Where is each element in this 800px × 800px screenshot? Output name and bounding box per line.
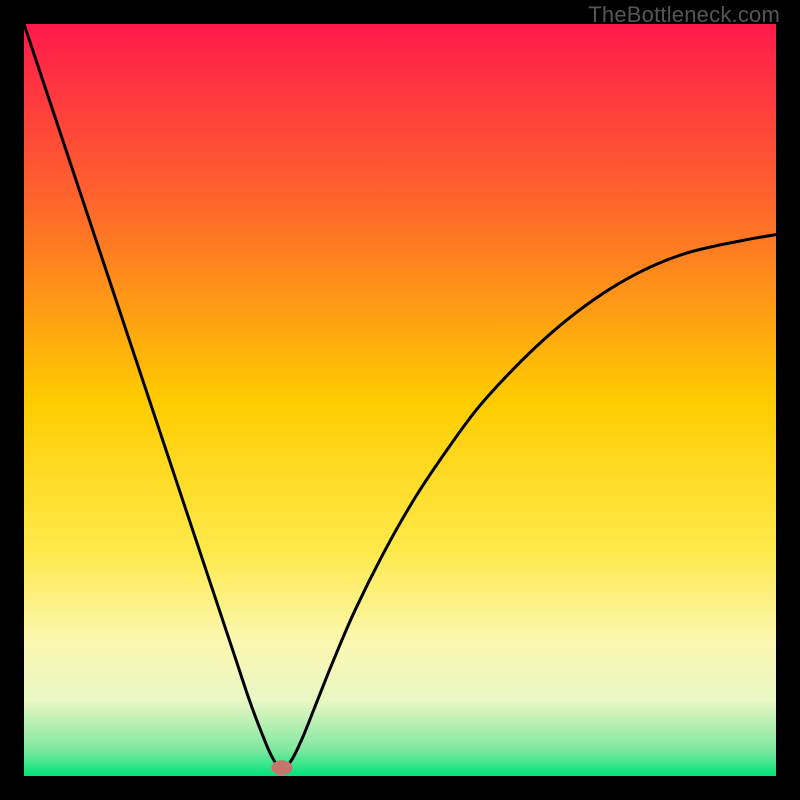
optimum-marker — [271, 760, 292, 775]
chart-plot-area — [24, 24, 776, 776]
chart-frame: TheBottleneck.com — [0, 0, 800, 800]
chart-svg — [24, 24, 776, 776]
chart-background-gradient — [24, 24, 776, 776]
